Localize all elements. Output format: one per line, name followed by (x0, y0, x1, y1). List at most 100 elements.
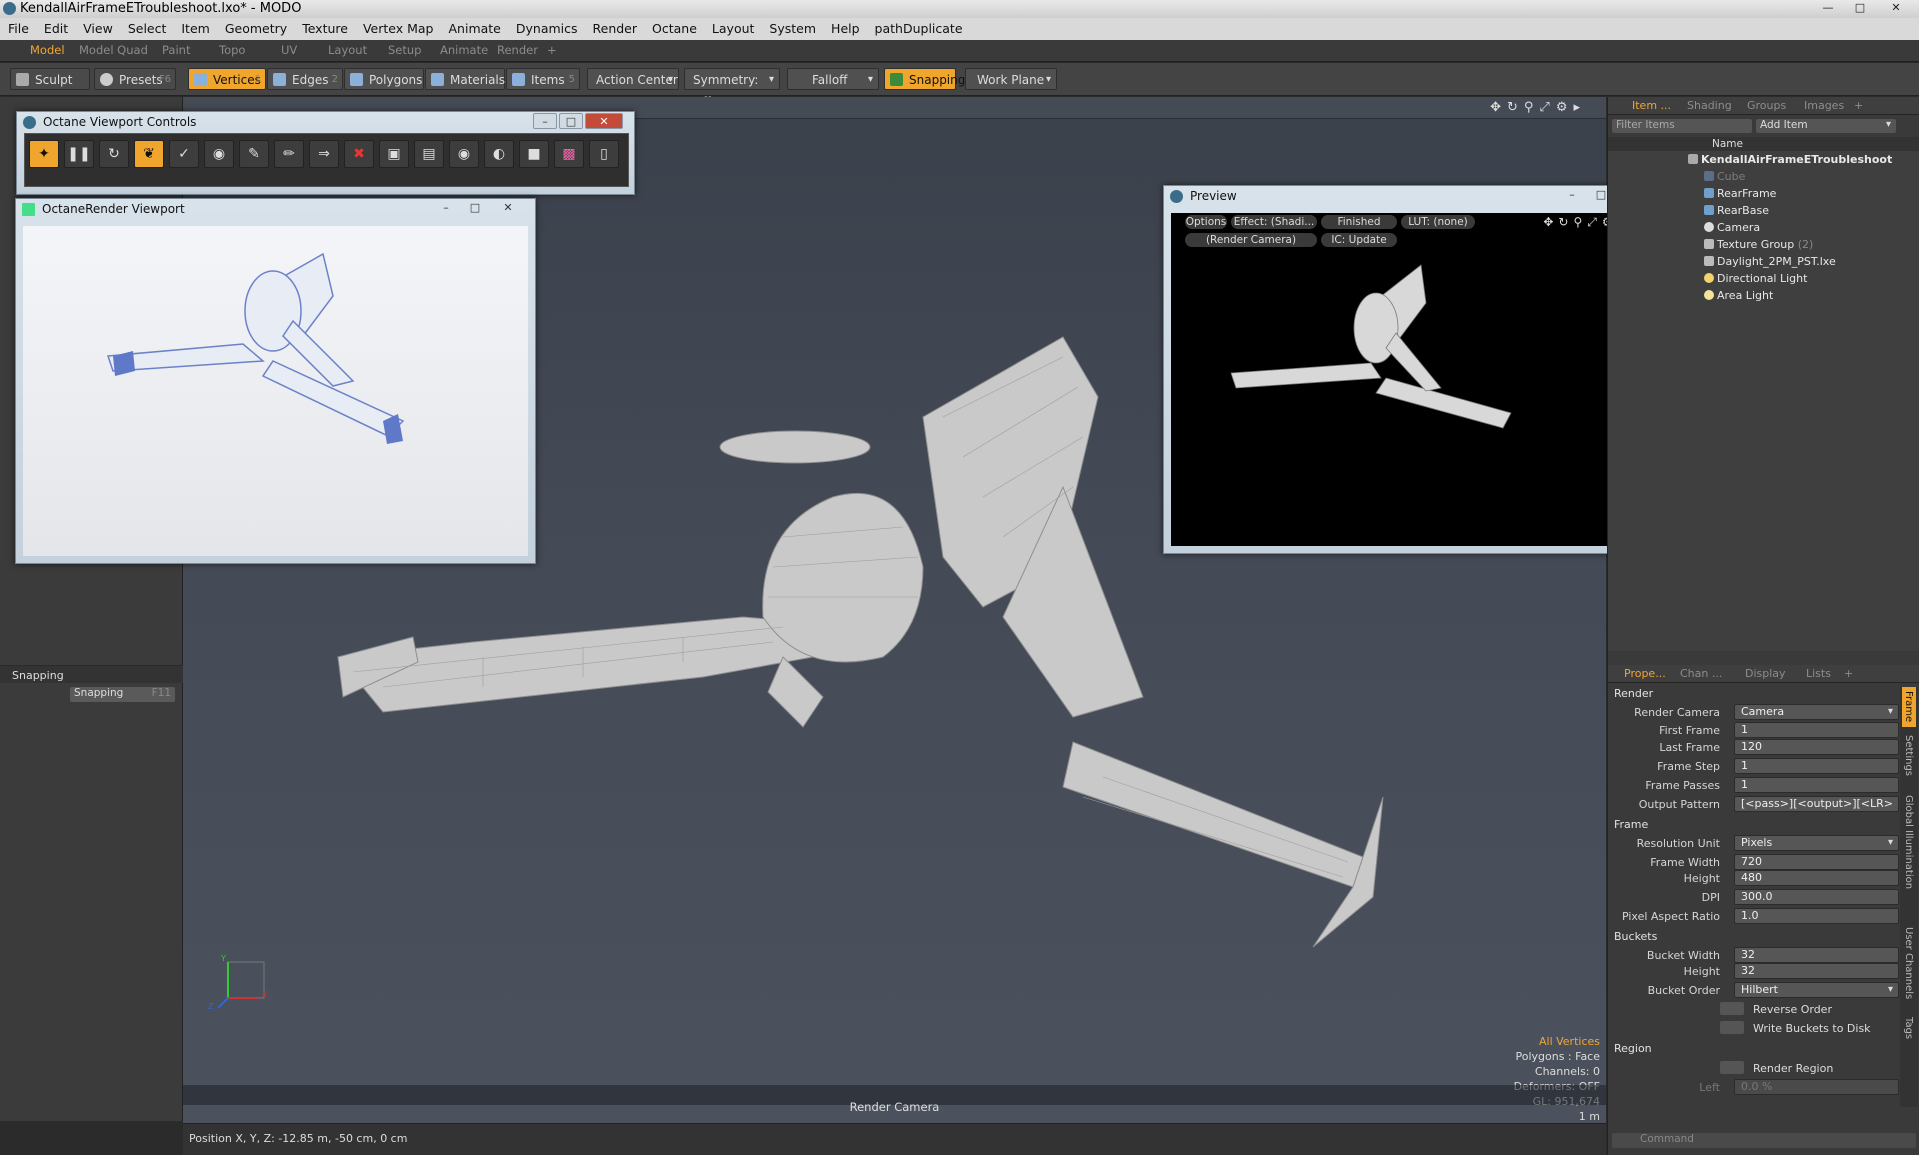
tab-uv[interactable]: UV (281, 43, 297, 57)
tab-model[interactable]: Model (30, 43, 65, 57)
pick-material-icon[interactable]: ✎ (239, 140, 269, 168)
tab-render[interactable]: Render (497, 43, 538, 57)
tree-item-cube[interactable]: Cube (1704, 170, 1745, 187)
filter-items-input[interactable]: Filter Items (1612, 119, 1752, 133)
octane-controls-minimize[interactable]: – (533, 113, 557, 129)
tab-setup[interactable]: Setup (388, 43, 421, 57)
tree-item-rearbase[interactable]: RearBase (1704, 204, 1769, 221)
menu-view[interactable]: View (75, 18, 120, 36)
render-viewport-minimize[interactable]: – (434, 200, 458, 216)
menu-pathduplicate[interactable]: pathDuplicate (867, 18, 970, 36)
side-tab-user-channels[interactable]: User Channels (1903, 927, 1914, 999)
presets-button[interactable]: Presets F6 (94, 68, 176, 90)
add-item-dropdown[interactable]: Add Item (1756, 119, 1896, 133)
menu-select[interactable]: Select (120, 18, 174, 36)
tab-add-items[interactable]: + (1854, 99, 1863, 112)
bucket-width-input[interactable]: 32 (1734, 947, 1899, 963)
frame-passes-input[interactable]: 1 (1734, 777, 1899, 793)
render-viewport-maximize[interactable]: □ (463, 200, 487, 216)
menu-file[interactable]: File (0, 18, 36, 36)
octane-render-canvas[interactable] (23, 226, 528, 556)
tab-model-quad[interactable]: Model Quad (79, 43, 148, 57)
menu-layout[interactable]: Layout (704, 18, 762, 36)
render-viewport-close[interactable]: ✕ (496, 200, 520, 216)
frame-height-input[interactable]: 480 (1734, 870, 1899, 886)
region-left-input[interactable]: 0.0 % (1734, 1079, 1899, 1095)
tree-item-daylight[interactable]: Daylight_2PM_PST.lxe (1704, 255, 1836, 272)
tab-topo[interactable]: Topo (219, 43, 245, 57)
dpi-input[interactable]: 300.0 (1734, 889, 1899, 905)
stop-icon[interactable]: ✖ (344, 140, 374, 168)
work-plane-dropdown[interactable]: Work Plane (965, 68, 1057, 91)
octane-start-icon[interactable]: ✦ (29, 140, 59, 168)
materials-mode-button[interactable]: Materials (425, 68, 505, 90)
pixel-aspect-input[interactable]: 1.0 (1734, 908, 1899, 924)
menu-vertex-map[interactable]: Vertex Map (355, 18, 441, 36)
palette-icon[interactable]: ▩ (554, 140, 584, 168)
side-tab-settings[interactable]: Settings (1903, 735, 1914, 776)
section-render[interactable]: Render (1614, 687, 1653, 700)
bucket-height-input[interactable]: 32 (1734, 963, 1899, 979)
region-icon[interactable]: ▣ (379, 140, 409, 168)
octane-controls-maximize[interactable]: □ (559, 113, 583, 129)
menu-help[interactable]: Help (823, 18, 867, 36)
minimize-button[interactable]: — (1813, 0, 1843, 16)
output-pattern-input[interactable]: [<pass>][<output>][<LR> (1734, 796, 1899, 812)
first-frame-input[interactable]: 1 (1734, 722, 1899, 738)
octane-controls-close[interactable]: ✕ (585, 113, 623, 129)
cube-icon[interactable]: ■ (519, 140, 549, 168)
tab-display[interactable]: Display (1745, 667, 1786, 680)
section-frame[interactable]: Frame (1614, 818, 1648, 831)
snapping-panel-button[interactable]: Snapping F11 (70, 687, 175, 702)
tree-item-texture-group[interactable]: Texture Group (2) (1704, 238, 1813, 255)
tab-paint[interactable]: Paint (162, 43, 190, 57)
side-tab-tags[interactable]: Tags (1903, 1017, 1914, 1039)
action-center-dropdown[interactable]: Action Center (587, 68, 679, 91)
frame-width-input[interactable]: 720 (1734, 854, 1899, 870)
section-buckets[interactable]: Buckets (1614, 930, 1657, 943)
menu-dynamics[interactable]: Dynamics (508, 18, 585, 36)
side-tab-global-illumination[interactable]: Global Illumination (1903, 795, 1914, 889)
3d-viewport[interactable]: ✥↻⚲⤢⚙▸ Y X Z All Vertices Polygons: Fac… (15, 97, 1663, 1123)
falloff-dropdown[interactable]: Falloff (787, 68, 879, 91)
bucket-order-dropdown[interactable]: Hilbert (1734, 982, 1899, 998)
pause-icon[interactable]: ❚❚ (64, 140, 94, 168)
frame-step-input[interactable]: 1 (1734, 758, 1899, 774)
autofocus-icon[interactable]: ❦ (134, 140, 164, 168)
viewport-icon[interactable]: ◐ (484, 140, 514, 168)
resolution-unit-dropdown[interactable]: Pixels (1734, 835, 1899, 851)
menu-render[interactable]: Render (585, 18, 645, 36)
camera-icon[interactable]: ◉ (449, 140, 479, 168)
menu-geometry[interactable]: Geometry (217, 18, 294, 36)
pick-object-icon[interactable]: ✏ (274, 140, 304, 168)
tab-item-list[interactable]: Item ... (1632, 99, 1671, 112)
pick-focus-icon[interactable]: ✓ (169, 140, 199, 168)
tree-item-area-light[interactable]: Area Light (1704, 289, 1773, 306)
tree-item-rearframe[interactable]: RearFrame (1704, 187, 1776, 204)
vertices-mode-button[interactable]: Vertices 1 (188, 68, 266, 90)
menu-item[interactable]: Item (173, 18, 216, 36)
tab-shading[interactable]: Shading (1687, 99, 1732, 112)
side-tab-frame[interactable]: Frame (1903, 691, 1914, 722)
tab-groups[interactable]: Groups (1747, 99, 1786, 112)
tree-item-directional-light[interactable]: Directional Light (1704, 272, 1807, 289)
edges-mode-button[interactable]: Edges 2 (267, 68, 343, 90)
last-frame-input[interactable]: 120 (1734, 739, 1899, 755)
export-icon[interactable]: ⇒ (309, 140, 339, 168)
render-region-checkbox[interactable] (1720, 1061, 1744, 1074)
tab-layout[interactable]: Layout (328, 43, 367, 57)
maximize-button[interactable]: □ (1845, 0, 1875, 16)
tab-add[interactable]: + (547, 43, 557, 57)
snapping-section-header[interactable]: Snapping (0, 665, 183, 683)
menu-system[interactable]: System (761, 18, 823, 36)
symmetry-dropdown[interactable]: Symmetry: Off (684, 68, 780, 109)
snapping-toggle[interactable]: Snapping (884, 68, 965, 90)
polygons-mode-button[interactable]: Polygons (344, 68, 424, 90)
tree-item-camera[interactable]: Camera (1704, 221, 1760, 238)
reverse-order-checkbox[interactable] (1720, 1002, 1744, 1015)
section-region[interactable]: Region (1614, 1042, 1652, 1055)
tab-animate[interactable]: Animate (440, 43, 488, 57)
tree-item-scene[interactable]: KendallAirFrameETroubleshoot (1688, 153, 1892, 170)
menu-texture[interactable]: Texture (294, 18, 355, 36)
menu-octane[interactable]: Octane (644, 18, 704, 36)
